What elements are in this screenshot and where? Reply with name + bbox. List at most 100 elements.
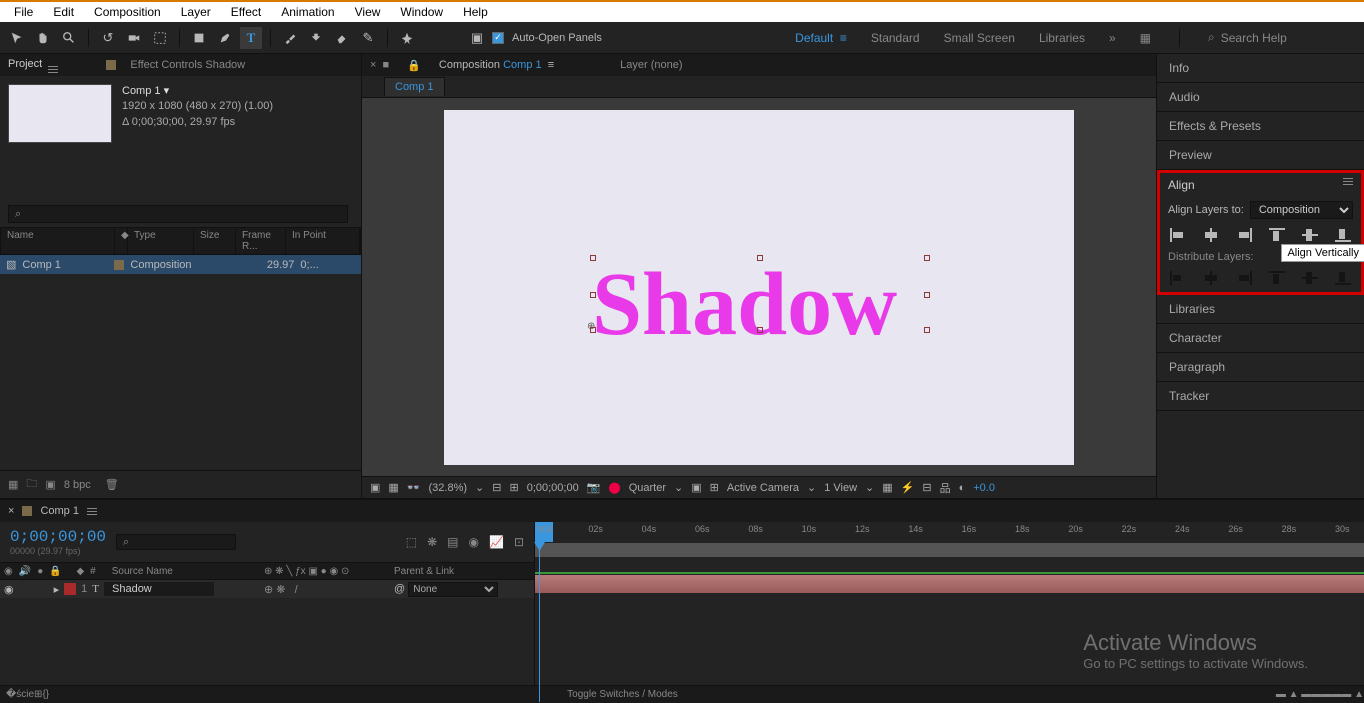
panel-libraries[interactable]: Libraries [1157, 295, 1364, 324]
timeline-layer-1[interactable]: ◉ ▸ 1 T Shadow ⊕ ❋ / @ None [0, 580, 534, 598]
composition-canvas[interactable]: Shadow [444, 110, 1074, 465]
puppet-tool-icon[interactable] [396, 27, 418, 49]
audio-icon[interactable]: 🔊 [19, 566, 31, 577]
workspace-default[interactable]: Default ≡ [795, 31, 847, 45]
interpret-icon[interactable]: ▦ [8, 478, 18, 491]
text-layer-shadow[interactable]: Shadow [592, 253, 897, 356]
comp-thumbnail[interactable] [8, 84, 112, 143]
zoom-tool-icon[interactable] [58, 27, 80, 49]
tl-footer-icon2[interactable]: ⊞ [34, 689, 42, 700]
menu-effect[interactable]: Effect [221, 3, 271, 21]
workspace-more-icon[interactable]: » [1109, 31, 1116, 45]
layer-label-icon[interactable] [64, 583, 76, 595]
align-left-icon[interactable] [1169, 227, 1187, 243]
snapshot-icon[interactable]: 📷 [587, 481, 601, 494]
hand-tool-icon[interactable] [32, 27, 54, 49]
align-right-icon[interactable] [1235, 227, 1253, 243]
panel-preview[interactable]: Preview [1157, 141, 1364, 170]
workspace-small[interactable]: Small Screen [944, 31, 1015, 45]
menu-layer[interactable]: Layer [171, 3, 221, 21]
timeline-track-area[interactable]: :00s02s04s06s08s10s12s14s16s18s20s22s24s… [535, 522, 1364, 685]
current-time[interactable]: 0;00;00;00 [10, 528, 106, 546]
panel-info[interactable]: Info [1157, 54, 1364, 83]
layer-name[interactable]: Shadow [104, 582, 214, 596]
panel-character[interactable]: Character [1157, 324, 1364, 353]
layer-duration-bar[interactable] [535, 575, 1364, 593]
camera-tool-icon[interactable] [123, 27, 145, 49]
timeline-search-input[interactable]: ⌕ [116, 534, 236, 550]
menu-help[interactable]: Help [453, 3, 498, 21]
align-hcenter-icon[interactable] [1202, 227, 1220, 243]
align-bottom-icon[interactable] [1334, 227, 1352, 243]
camera-dropdown[interactable]: Active Camera [727, 482, 799, 494]
roto-tool-icon[interactable]: ✎ [357, 27, 379, 49]
playhead[interactable] [539, 522, 540, 702]
panel-effects-presets[interactable]: Effects & Presets [1157, 112, 1364, 141]
timeline-menu-icon[interactable] [87, 508, 97, 515]
layer-vis-icon[interactable]: ◉ [4, 583, 14, 596]
panel-tracker[interactable]: Tracker [1157, 382, 1364, 411]
shape-tool-icon[interactable] [188, 27, 210, 49]
new-comp-icon[interactable]: ▣ [45, 478, 55, 491]
trash-icon[interactable]: 🗑 [105, 478, 119, 491]
time-ruler[interactable]: :00s02s04s06s08s10s12s14s16s18s20s22s24s… [535, 522, 1364, 557]
roi-icon[interactable]: ▣ [691, 481, 701, 494]
shy-icon[interactable]: ❋ [427, 535, 437, 549]
pickwhip-icon[interactable]: @ [394, 583, 405, 595]
fast-preview-icon[interactable]: ⚡ [901, 481, 915, 494]
zoom-slider[interactable]: ▬ ▲ ▬▬▬▬▬ ▲ [1276, 689, 1364, 700]
align-menu-icon[interactable] [1343, 178, 1353, 192]
resolution-dropdown[interactable]: Quarter [629, 482, 666, 494]
bpc-toggle[interactable]: 8 bpc [64, 479, 91, 491]
toggle-switches-button[interactable]: Toggle Switches / Modes [567, 689, 678, 700]
comp-name[interactable]: Comp 1 ▾ [122, 84, 273, 99]
parent-select[interactable]: None [408, 582, 498, 597]
motion-blur-icon[interactable]: ◉ [469, 535, 479, 549]
menu-edit[interactable]: Edit [43, 3, 84, 21]
roi-tool-icon[interactable] [149, 27, 171, 49]
grid-guides-icon[interactable]: ⊞ [710, 481, 719, 494]
channel-icon[interactable]: ⬤ [608, 481, 620, 494]
timeline-icon[interactable]: ⊟ [922, 481, 931, 494]
eraser-tool-icon[interactable] [331, 27, 353, 49]
flowchart-icon[interactable]: 品 [940, 480, 951, 496]
folder-icon[interactable]: 🗀 [26, 475, 37, 494]
layer-expand-icon[interactable]: ▸ [54, 583, 60, 596]
transparency-icon[interactable]: ▦ [388, 481, 398, 494]
timeline-tab-comp1[interactable]: Comp 1 [40, 505, 79, 517]
search-help-input[interactable]: Search Help [1221, 31, 1287, 45]
subtab-comp1[interactable]: Comp 1 [384, 77, 445, 96]
res-half-icon[interactable]: ⊟ [492, 481, 501, 494]
grid-icon[interactable]: ⊞ [509, 481, 518, 494]
solo-icon[interactable]: ● [37, 566, 43, 577]
tab-project[interactable]: Project [8, 58, 58, 73]
align-top-icon[interactable] [1268, 227, 1286, 243]
close-tab-icon[interactable]: × ■ [370, 59, 389, 71]
label-col-icon[interactable]: ◆ [76, 566, 84, 577]
draft3d-icon[interactable]: ⊡ [514, 535, 524, 549]
orbit-tool-icon[interactable]: ↺ [97, 27, 119, 49]
workspace-libraries[interactable]: Libraries [1039, 31, 1085, 45]
brush-tool-icon[interactable] [279, 27, 301, 49]
align-target-select[interactable]: Composition [1250, 201, 1353, 219]
pixel-aspect-icon[interactable]: ▦ [882, 481, 892, 494]
view-dropdown[interactable]: 1 View [824, 482, 857, 494]
clone-tool-icon[interactable] [305, 27, 327, 49]
av-icon[interactable]: ◉ [4, 566, 13, 577]
panel-menu-icon[interactable] [48, 66, 58, 73]
time-display[interactable]: 0;00;00;00 [527, 482, 579, 494]
snap-icon[interactable]: ▣ [466, 27, 488, 49]
text-tool-icon[interactable]: T [240, 27, 262, 49]
menu-composition[interactable]: Composition [84, 3, 171, 21]
work-area-bar[interactable] [535, 543, 1364, 557]
selection-tool-icon[interactable] [6, 27, 28, 49]
workspace-standard[interactable]: Standard [871, 31, 920, 45]
project-search-input[interactable]: ⌕ [8, 205, 348, 223]
always-preview-icon[interactable]: ▣ [370, 481, 380, 494]
reset-exposure-icon[interactable]: ◐ [959, 482, 966, 494]
menu-window[interactable]: Window [390, 3, 453, 21]
comp-mini-icon[interactable]: ⬚ [406, 535, 417, 549]
lock-col-icon[interactable]: 🔒 [49, 566, 61, 577]
menu-view[interactable]: View [345, 3, 391, 21]
menu-file[interactable]: File [4, 3, 43, 21]
